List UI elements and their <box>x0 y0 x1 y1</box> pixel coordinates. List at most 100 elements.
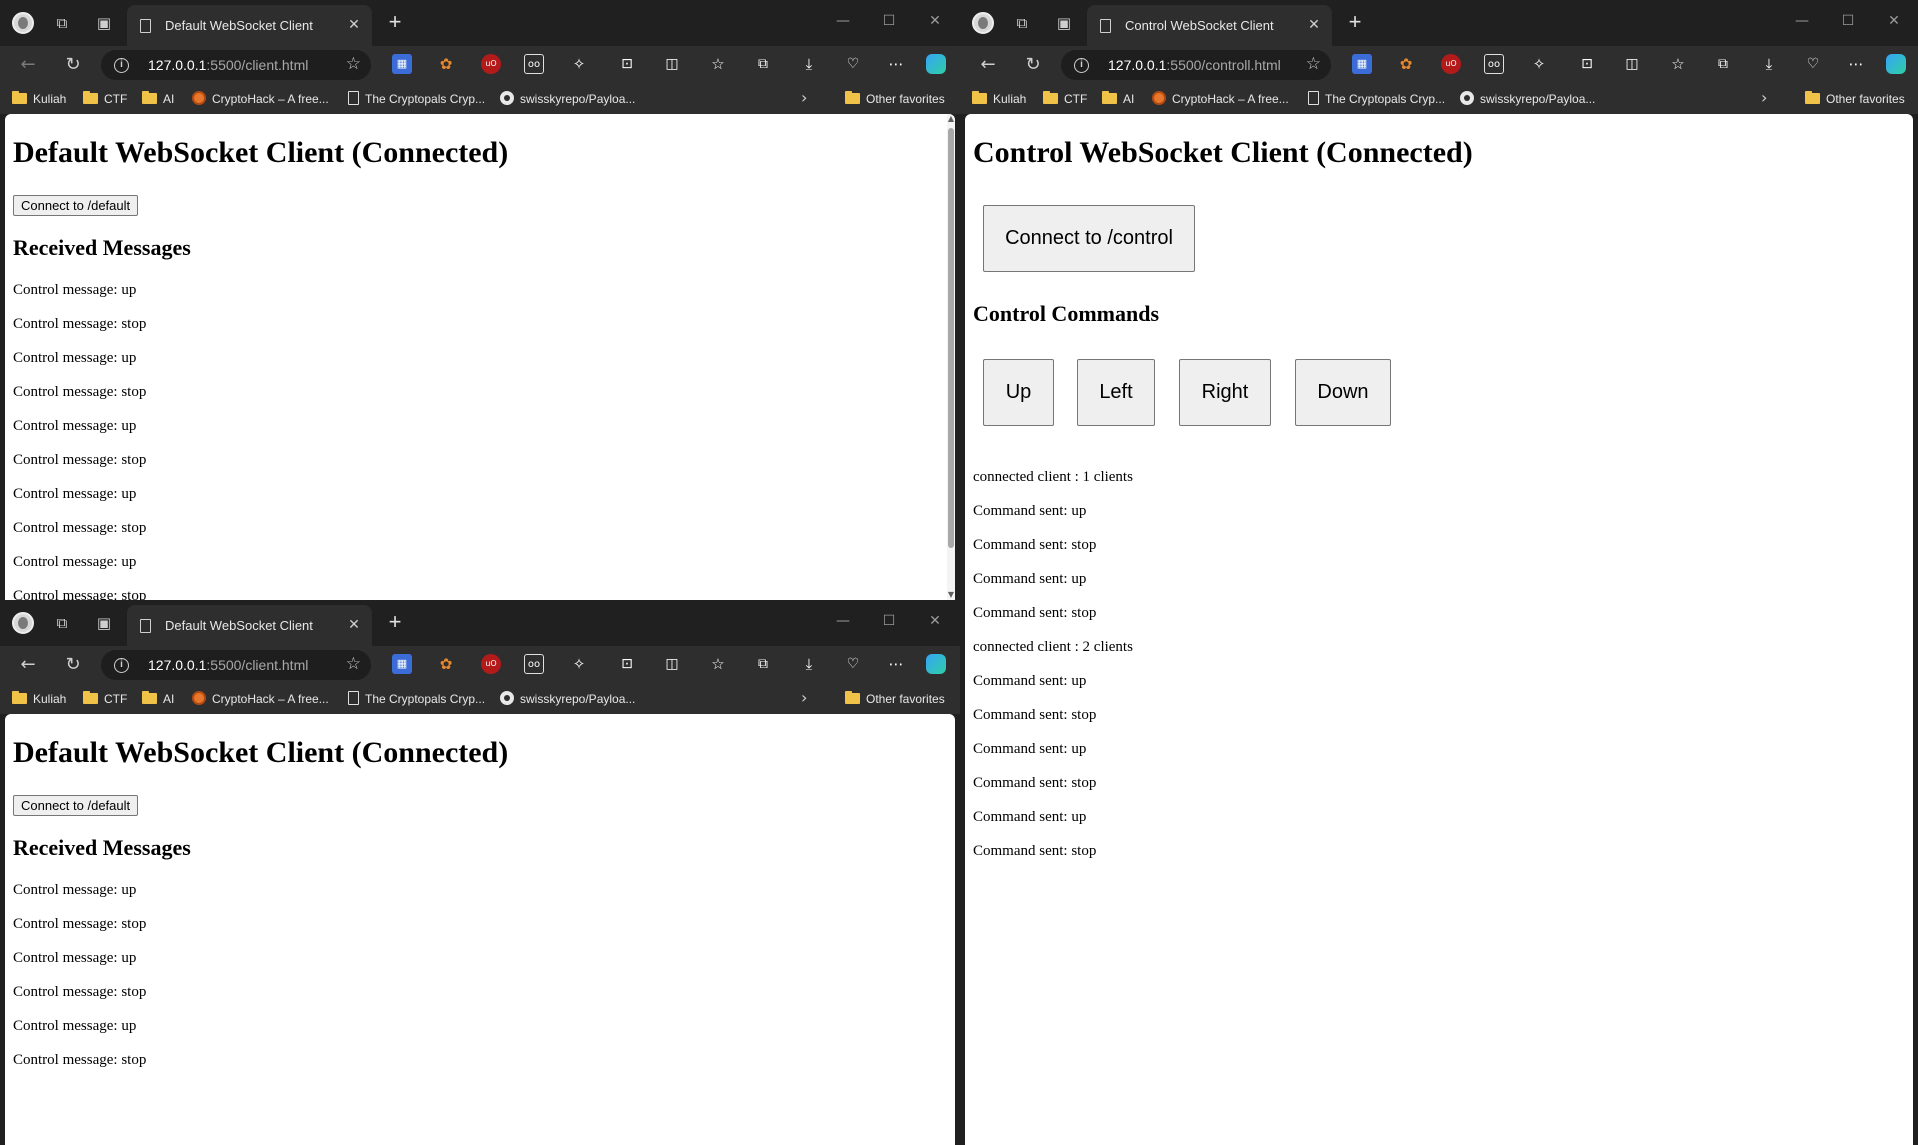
bookmark-payloads[interactable]: swisskyrepo/Payloa... <box>1460 90 1595 108</box>
collections-icon[interactable]: ⧉ <box>753 54 773 74</box>
new-tab-icon[interactable]: + <box>382 10 408 36</box>
bookmark-kuliah[interactable]: Kuliah <box>12 90 66 108</box>
bookmark-kuliah[interactable]: Kuliah <box>972 90 1026 108</box>
close-window-icon[interactable]: ✕ <box>915 610 955 632</box>
extension-icon[interactable]: ▦ <box>1352 54 1372 74</box>
bookmark-payloads[interactable]: swisskyrepo/Payloa... <box>500 90 635 108</box>
chevron-right-icon[interactable]: › <box>1761 88 1767 107</box>
ublock-icon[interactable]: uO <box>481 654 501 674</box>
bookmark-cryptohack[interactable]: CryptoHack – A free... <box>1152 90 1289 108</box>
site-info-icon[interactable]: i <box>1074 58 1089 73</box>
maximize-icon[interactable]: ☐ <box>1828 10 1868 32</box>
bookmark-ctf[interactable]: CTF <box>1043 90 1087 108</box>
cast-icon[interactable]: ⊡ <box>617 54 637 74</box>
bookmark-ai[interactable]: AI <box>142 690 174 708</box>
close-tab-icon[interactable]: ✕ <box>344 15 364 35</box>
bookmark-cryptohack[interactable]: CryptoHack – A free... <box>192 90 329 108</box>
scrollbar-thumb[interactable] <box>948 128 954 548</box>
extension-icon[interactable]: ✿ <box>1396 54 1416 74</box>
favorites-icon[interactable]: ☆ <box>708 654 728 674</box>
right-button[interactable]: Right <box>1179 359 1271 426</box>
ublock-icon[interactable]: uO <box>481 54 501 74</box>
tab-active[interactable]: Control WebSocket Client ✕ <box>1087 5 1332 46</box>
split-screen-icon[interactable]: ◫ <box>1622 54 1642 74</box>
bookmark-cryptohack[interactable]: CryptoHack – A free... <box>192 690 329 708</box>
bookmark-ctf[interactable]: CTF <box>83 690 127 708</box>
collections-icon[interactable]: ⧉ <box>1713 54 1733 74</box>
bookmark-cryptopals[interactable]: The Cryptopals Cryp... <box>348 90 485 108</box>
bookmark-other-favorites[interactable]: Other favorites <box>1805 90 1905 108</box>
extension-icon[interactable]: ▦ <box>392 54 412 74</box>
address-bar[interactable]: i 127.0.0.1:5500/client.html ☆ <box>101 650 371 680</box>
tab-actions-icon[interactable]: ▣ <box>92 611 116 635</box>
star-icon[interactable]: ☆ <box>1306 54 1321 74</box>
connect-default-button[interactable]: Connect to /default <box>13 195 139 216</box>
cast-icon[interactable]: ⊡ <box>1577 54 1597 74</box>
left-button[interactable]: Left <box>1077 359 1155 426</box>
up-button[interactable]: Up <box>983 359 1054 426</box>
tab-active[interactable]: Default WebSocket Client ✕ <box>127 605 372 646</box>
workspaces-icon[interactable]: ⧉ <box>50 11 74 35</box>
maximize-icon[interactable]: ☐ <box>869 610 909 632</box>
back-arrow-icon[interactable]: ← <box>15 652 41 678</box>
profile-avatar-icon[interactable] <box>12 612 34 634</box>
bookmark-ai[interactable]: AI <box>1102 90 1134 108</box>
refresh-icon[interactable]: ↻ <box>60 52 86 78</box>
bookmark-ai[interactable]: AI <box>142 90 174 108</box>
browser-essentials-icon[interactable]: ♡ <box>843 54 863 74</box>
extension-icon[interactable]: ✿ <box>436 654 456 674</box>
workspaces-icon[interactable]: ⧉ <box>1010 11 1034 35</box>
browser-essentials-icon[interactable]: ♡ <box>843 654 863 674</box>
extension-icon[interactable]: oo <box>524 654 544 674</box>
address-bar[interactable]: i 127.0.0.1:5500/controll.html ☆ <box>1061 50 1331 80</box>
split-screen-icon[interactable]: ◫ <box>662 54 682 74</box>
extension-icon[interactable]: ✿ <box>436 54 456 74</box>
close-tab-icon[interactable]: ✕ <box>344 615 364 635</box>
close-window-icon[interactable]: ✕ <box>915 10 955 32</box>
bookmark-kuliah[interactable]: Kuliah <box>12 690 66 708</box>
more-icon[interactable]: ⋯ <box>886 54 906 74</box>
star-icon[interactable]: ☆ <box>346 54 361 74</box>
site-info-icon[interactable]: i <box>114 658 129 673</box>
more-icon[interactable]: ⋯ <box>1846 54 1866 74</box>
tab-actions-icon[interactable]: ▣ <box>92 11 116 35</box>
tab-active[interactable]: Default WebSocket Client ✕ <box>127 5 372 46</box>
extension-icon[interactable]: oo <box>524 54 544 74</box>
connect-control-button[interactable]: Connect to /control <box>983 205 1195 272</box>
favorites-icon[interactable]: ☆ <box>1668 54 1688 74</box>
minimize-icon[interactable]: — <box>823 10 863 32</box>
scroll-up-icon[interactable]: ▲ <box>947 114 955 124</box>
more-icon[interactable]: ⋯ <box>886 654 906 674</box>
star-icon[interactable]: ☆ <box>346 654 361 674</box>
extensions-puzzle-icon[interactable]: ✧ <box>1529 54 1549 74</box>
tab-actions-icon[interactable]: ▣ <box>1052 11 1076 35</box>
scrollbar[interactable]: ▲ ▼ <box>947 114 955 600</box>
down-button[interactable]: Down <box>1295 359 1391 426</box>
split-screen-icon[interactable]: ◫ <box>662 654 682 674</box>
collections-icon[interactable]: ⧉ <box>753 654 773 674</box>
copilot-icon[interactable] <box>926 54 946 74</box>
address-bar[interactable]: i 127.0.0.1:5500/client.html ☆ <box>101 50 371 80</box>
extension-icon[interactable]: ▦ <box>392 654 412 674</box>
downloads-icon[interactable]: ⤓ <box>1759 54 1779 74</box>
copilot-icon[interactable] <box>1886 54 1906 74</box>
ublock-icon[interactable]: uO <box>1441 54 1461 74</box>
scroll-down-icon[interactable]: ▼ <box>947 590 955 600</box>
new-tab-icon[interactable]: + <box>382 610 408 636</box>
chevron-right-icon[interactable]: › <box>801 88 807 107</box>
browser-essentials-icon[interactable]: ♡ <box>1803 54 1823 74</box>
profile-avatar-icon[interactable] <box>972 12 994 34</box>
chevron-right-icon[interactable]: › <box>801 688 807 707</box>
site-info-icon[interactable]: i <box>114 58 129 73</box>
cast-icon[interactable]: ⊡ <box>617 654 637 674</box>
back-arrow-icon[interactable]: ← <box>15 52 41 78</box>
favorites-icon[interactable]: ☆ <box>708 54 728 74</box>
refresh-icon[interactable]: ↻ <box>60 652 86 678</box>
bookmark-other-favorites[interactable]: Other favorites <box>845 90 945 108</box>
refresh-icon[interactable]: ↻ <box>1020 52 1046 78</box>
workspaces-icon[interactable]: ⧉ <box>50 611 74 635</box>
copilot-icon[interactable] <box>926 654 946 674</box>
minimize-icon[interactable]: — <box>1782 10 1822 32</box>
close-tab-icon[interactable]: ✕ <box>1304 15 1324 35</box>
extensions-puzzle-icon[interactable]: ✧ <box>569 654 589 674</box>
